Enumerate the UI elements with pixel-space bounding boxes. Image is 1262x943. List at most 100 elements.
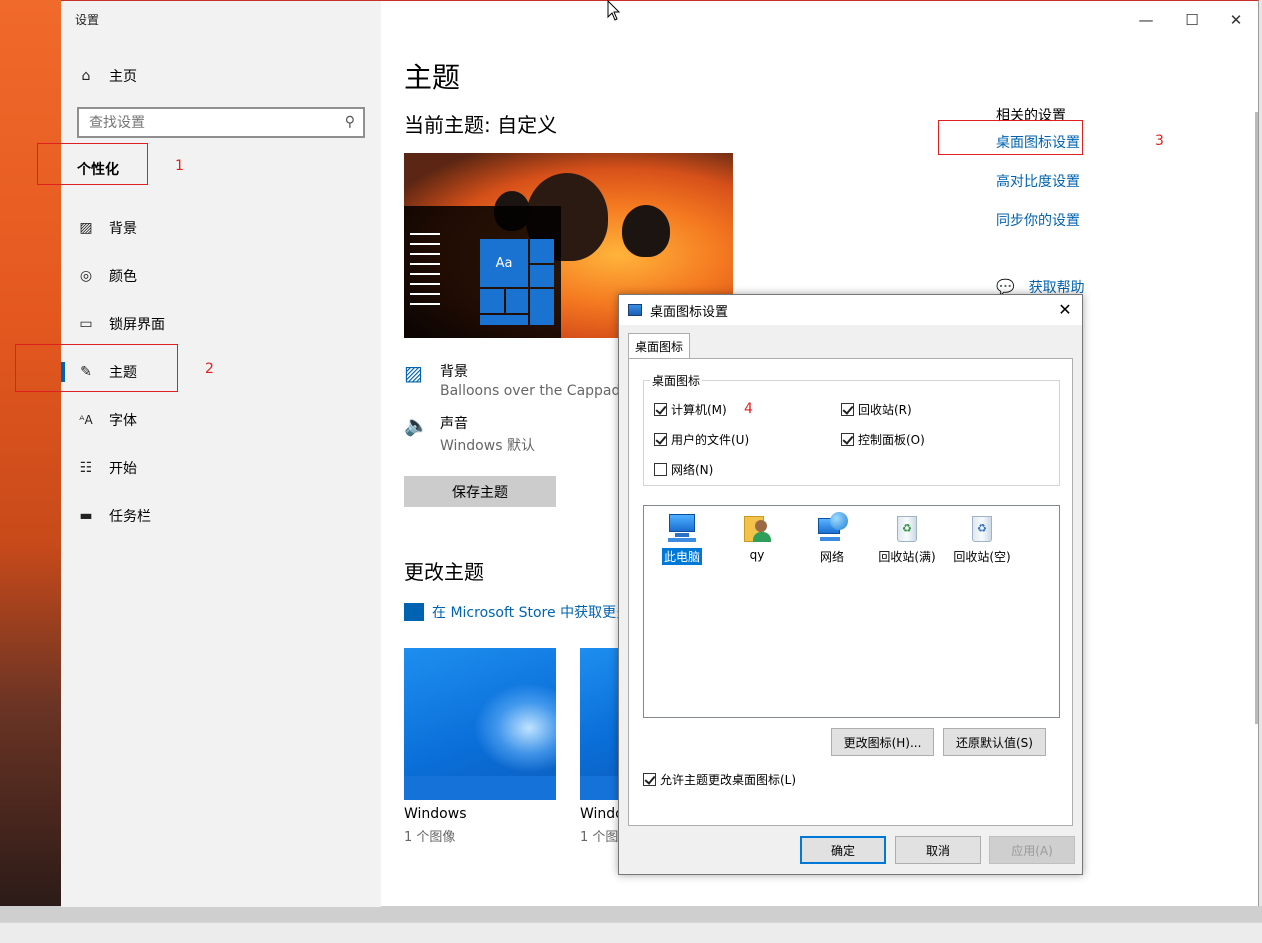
sidebar-item-background[interactable]: ▨ 背景: [77, 213, 137, 243]
sidebar-item-label: 颜色: [109, 269, 137, 285]
theme-name: Windows: [404, 806, 467, 822]
checkbox-box[interactable]: [654, 463, 667, 476]
maximize-button[interactable]: ☐: [1169, 7, 1215, 33]
checkbox-network[interactable]: 网络(N): [654, 461, 713, 478]
icon-network[interactable]: 网络: [802, 512, 862, 565]
checkbox-box[interactable]: [643, 773, 656, 786]
sound-setting[interactable]: 🔈 声音 Windows 默认: [404, 413, 535, 455]
checkbox-label: 控制面板(O): [858, 433, 925, 447]
picture-icon: ▨: [404, 361, 423, 385]
sync-settings-link[interactable]: 同步你的设置: [996, 210, 1080, 230]
checkbox-user-files[interactable]: 用户的文件(U): [654, 431, 749, 448]
checkbox-recycle-bin[interactable]: 回收站(R): [841, 401, 912, 418]
sidebar-item-taskbar[interactable]: ▬ 任务栏: [77, 501, 151, 531]
theme-image-count: 1 个图像: [404, 830, 456, 845]
close-button[interactable]: ✕: [1213, 7, 1259, 33]
icon-list[interactable]: 此电脑 qy 网络 ♻ 回收站(满) ♻ 回收站(空): [643, 505, 1060, 718]
cancel-button[interactable]: 取消: [895, 836, 981, 864]
start-icon: ☷: [79, 460, 93, 476]
checkbox-computer[interactable]: 计算机(M): [654, 401, 727, 418]
sidebar-item-label: 开始: [109, 461, 137, 477]
taskbar-icon: ▬: [79, 508, 93, 524]
window-title: 设置: [75, 13, 100, 27]
annotation-number: 3: [1155, 133, 1164, 149]
icon-label: 回收站(满): [878, 550, 936, 564]
save-theme-button[interactable]: 保存主题: [404, 476, 556, 507]
desktop-bottom-edge: [0, 906, 1262, 922]
current-theme-heading: 当前主题: 自定义: [404, 113, 558, 137]
store-bag-icon: [404, 603, 424, 621]
sidebar-item-lockscreen[interactable]: ▭ 锁屏界面: [77, 309, 165, 339]
dialog-close-button[interactable]: ✕: [1054, 299, 1076, 321]
icon-this-pc[interactable]: 此电脑: [652, 512, 712, 565]
checkbox-label: 计算机(M): [671, 403, 727, 417]
annotation-box: [15, 344, 178, 392]
desktop-icon-settings-dialog: 桌面图标设置 ✕ 桌面图标 桌面图标 计算机(M) 4 回收站(R) 用户的文件…: [618, 294, 1083, 875]
theme-thumbnail-windows[interactable]: [404, 648, 556, 800]
checkbox-control-panel[interactable]: 控制面板(O): [841, 431, 925, 448]
dialog-title: 桌面图标设置: [650, 304, 729, 320]
nav-home[interactable]: ⌂ 主页: [77, 61, 137, 91]
mouse-cursor-icon: [607, 0, 621, 21]
sidebar-item-label: 任务栏: [109, 509, 151, 525]
checkbox-allow-themes[interactable]: 允许主题更改桌面图标(L): [643, 771, 796, 788]
sidebar: 设置 ⌂ 主页 ⚲ 个性化 ▨ 背景 ◎ 颜色 ▭ 锁屏界面: [61, 1, 381, 907]
taskbar-area: [0, 922, 1262, 943]
apply-button[interactable]: 应用(A): [989, 836, 1075, 864]
ok-button[interactable]: 确定: [800, 836, 886, 864]
desktop-wallpaper-strip: [0, 0, 61, 906]
sidebar-item-colors[interactable]: ◎ 颜色: [77, 261, 137, 291]
sidebar-item-label: 背景: [109, 221, 137, 237]
preview-start-menu-lines: [410, 233, 440, 313]
preview-tile: [506, 289, 528, 313]
restore-default-button[interactable]: 还原默认值(S): [943, 728, 1046, 756]
background-setting[interactable]: ▨ 背景 Balloons over the Cappadoci: [404, 361, 641, 399]
sound-label: 声音: [440, 416, 468, 432]
windows-logo-glow: [474, 683, 556, 773]
search-icon[interactable]: ⚲: [345, 114, 355, 130]
icon-recycle-bin-full[interactable]: ♻ 回收站(满): [874, 512, 940, 565]
checkbox-box[interactable]: [841, 403, 854, 416]
thumbnail-taskbar: [580, 776, 620, 800]
page-title: 主题: [404, 61, 461, 94]
icon-label: 此电脑: [661, 548, 702, 565]
preview-tile-large: Aa: [480, 239, 528, 287]
sidebar-item-start[interactable]: ☷ 开始: [77, 453, 137, 483]
computer-icon: [666, 512, 698, 544]
tab-desktop-icons[interactable]: 桌面图标: [628, 333, 690, 359]
preview-tile: [530, 239, 554, 263]
change-icon-button[interactable]: 更改图标(H)...: [831, 728, 934, 756]
theme-thumbnail-windows-2[interactable]: [580, 648, 620, 800]
speaker-icon: 🔈: [404, 413, 429, 437]
checkbox-box[interactable]: [654, 403, 667, 416]
icon-recycle-bin-empty[interactable]: ♻ 回收站(空): [950, 512, 1014, 565]
high-contrast-link[interactable]: 高对比度设置: [996, 171, 1080, 191]
dialog-titlebar[interactable]: 桌面图标设置 ✕: [619, 295, 1082, 325]
icon-label: qy: [749, 548, 765, 562]
icon-label: 网络: [819, 550, 844, 564]
search-input[interactable]: [89, 114, 329, 131]
annotation-number: 2: [205, 361, 214, 377]
store-link[interactable]: 在 Microsoft Store 中获取更多: [404, 602, 630, 622]
minimize-button[interactable]: —: [1123, 7, 1169, 33]
lockscreen-icon: ▭: [79, 316, 93, 332]
sound-value: Windows 默认: [440, 438, 535, 454]
image-icon: ▨: [79, 220, 93, 236]
annotation-box: [938, 120, 1083, 155]
annotation-number: 4: [744, 401, 753, 417]
group-label: 桌面图标: [650, 372, 703, 389]
checkbox-label: 用户的文件(U): [671, 433, 750, 447]
checkbox-box[interactable]: [841, 433, 854, 446]
recycle-bin-full-icon: ♻: [891, 512, 923, 544]
balloon-image: [622, 205, 670, 257]
store-link-text: 在 Microsoft Store 中获取更多: [432, 605, 631, 621]
palette-icon: ◎: [79, 268, 93, 284]
search-box[interactable]: ⚲: [77, 107, 365, 138]
annotation-box: [37, 143, 148, 185]
sidebar-item-label: 锁屏界面: [109, 317, 165, 333]
scrollbar[interactable]: [1255, 112, 1258, 724]
sidebar-item-fonts[interactable]: ᴬA 字体: [77, 405, 137, 435]
icon-user-folder[interactable]: qy: [727, 512, 787, 562]
checkbox-box[interactable]: [654, 433, 667, 446]
preview-tile: [530, 289, 554, 325]
